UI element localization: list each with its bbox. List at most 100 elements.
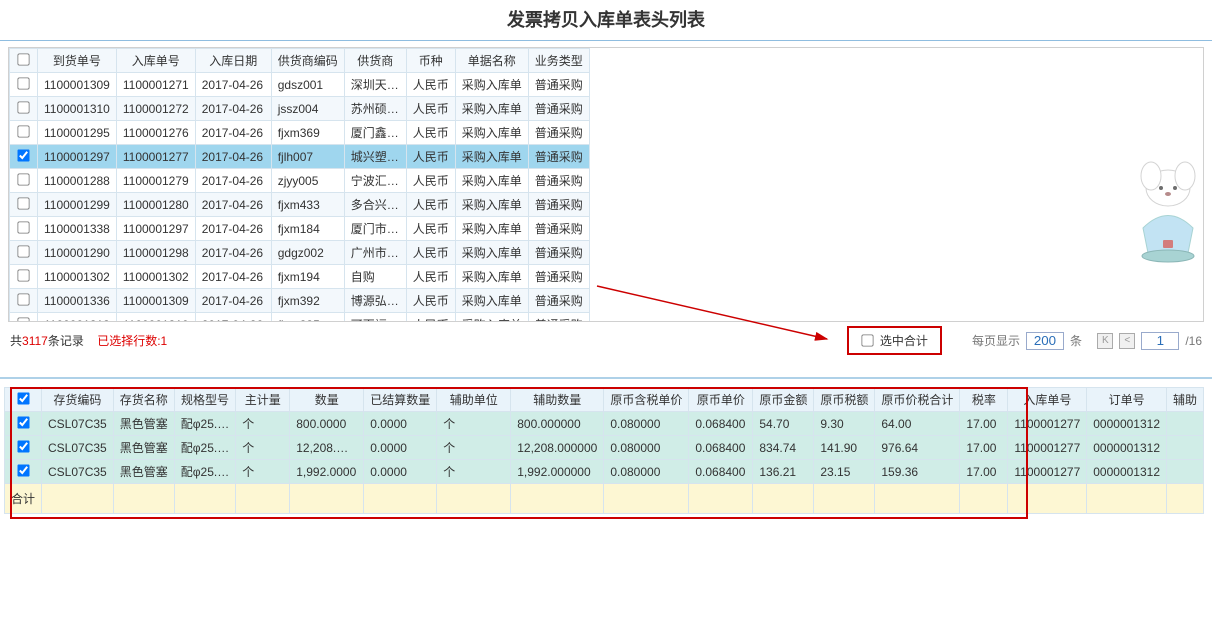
cell: 1100001271 — [116, 73, 195, 97]
bot-col-header[interactable]: 辅助单位 — [437, 388, 511, 412]
page-title: 发票拷贝入库单表头列表 — [0, 0, 1212, 38]
row-checkbox[interactable] — [17, 101, 29, 113]
select-sum-label: 选中合计 — [880, 332, 928, 349]
cell: CSL07C35 — [42, 412, 114, 436]
cell: 1,992.0000 — [290, 460, 364, 484]
cell: 配φ25.… — [174, 412, 235, 436]
bot-col-header[interactable]: 原币税额 — [814, 388, 875, 412]
cell: CSL07C35 — [42, 460, 114, 484]
row-checkbox[interactable] — [17, 416, 29, 428]
cell: 0.080000 — [604, 460, 689, 484]
bottom-table-container: 存货编码存货名称规格型号主计量数量已结算数量辅助单位辅助数量原币含税单价原币单价… — [4, 387, 1208, 514]
row-checkbox[interactable] — [17, 173, 29, 185]
cell: 136.21 — [753, 460, 814, 484]
table-row[interactable]: 110000130911000012712017-04-26gdsz001深圳天… — [10, 73, 590, 97]
bot-col-header[interactable]: 原币金额 — [753, 388, 814, 412]
top-col-header[interactable]: 币种 — [406, 49, 455, 73]
bot-col-header[interactable]: 辅助 — [1167, 388, 1204, 412]
bot-col-header[interactable]: 存货名称 — [113, 388, 174, 412]
top-col-header[interactable]: 入库单号 — [116, 49, 195, 73]
cell: 采购入库单 — [455, 217, 528, 241]
cell: 人民币 — [406, 169, 455, 193]
table-row[interactable]: 110000128811000012792017-04-26zjyy005宁波汇… — [10, 169, 590, 193]
cell: 0.068400 — [689, 436, 753, 460]
cell: 配φ25.… — [174, 460, 235, 484]
page-input[interactable] — [1141, 332, 1179, 350]
top-col-header[interactable]: 业务类型 — [528, 49, 589, 73]
cell: fjlh007 — [271, 145, 344, 169]
table-row[interactable]: 110000133611000013092017-04-26fjxm392博源弘… — [10, 289, 590, 313]
row-checkbox[interactable] — [17, 293, 29, 305]
table-row[interactable]: CSL07C35黑色管塞配φ25.…个1,992.00000.0000个1,99… — [5, 460, 1204, 484]
cell: 采购入库单 — [455, 169, 528, 193]
cell: 采购入库单 — [455, 289, 528, 313]
cell: 1100001338 — [38, 217, 117, 241]
bot-col-header[interactable]: 订单号 — [1087, 388, 1167, 412]
table-row[interactable]: 110000129011000012982017-04-26gdgz002广州市… — [10, 241, 590, 265]
cell: 0.080000 — [604, 412, 689, 436]
row-checkbox[interactable] — [17, 77, 29, 89]
bot-col-header[interactable]: 已结算数量 — [364, 388, 437, 412]
cell: 0.068400 — [689, 412, 753, 436]
cell: 1100001309 — [38, 73, 117, 97]
top-col-header[interactable]: 单据名称 — [455, 49, 528, 73]
bot-col-header[interactable]: 存货编码 — [42, 388, 114, 412]
row-checkbox[interactable] — [17, 245, 29, 257]
table-row[interactable]: 110000131311000013102017-04-26fjxm335可百福… — [10, 313, 590, 323]
cell: 1100001288 — [38, 169, 117, 193]
cell: 1100001280 — [116, 193, 195, 217]
top-col-header[interactable]: 供货商 — [344, 49, 406, 73]
page-prev-button[interactable]: < — [1119, 333, 1135, 349]
cell: 人民币 — [406, 313, 455, 323]
cell: 普通采购 — [528, 265, 589, 289]
select-all-checkbox[interactable] — [17, 392, 29, 404]
row-checkbox[interactable] — [17, 269, 29, 281]
cell: 1100001310 — [116, 313, 195, 323]
cell: 1100001272 — [116, 97, 195, 121]
cell: 2017-04-26 — [195, 73, 271, 97]
page-first-button[interactable]: K — [1097, 333, 1113, 349]
row-checkbox[interactable] — [17, 125, 29, 137]
cell: 采购入库单 — [455, 97, 528, 121]
bot-col-header[interactable]: 税率 — [960, 388, 1008, 412]
bot-col-header[interactable]: 辅助数量 — [511, 388, 604, 412]
table-row[interactable]: 110000129911000012802017-04-26fjxm433多合兴… — [10, 193, 590, 217]
bot-col-header[interactable]: 主计量 — [236, 388, 290, 412]
top-col-header[interactable]: 入库日期 — [195, 49, 271, 73]
table-row[interactable]: 110000129511000012762017-04-26fjxm369厦门鑫… — [10, 121, 590, 145]
top-col-header[interactable]: 到货单号 — [38, 49, 117, 73]
row-checkbox[interactable] — [17, 197, 29, 209]
divider — [0, 40, 1212, 41]
row-checkbox[interactable] — [17, 440, 29, 452]
table-row[interactable]: CSL07C35黑色管塞配φ25.…个12,208.…0.0000个12,208… — [5, 436, 1204, 460]
table-row[interactable]: 110000130211000013022017-04-26fjxm194自购人… — [10, 265, 590, 289]
bot-col-header[interactable]: 原币单价 — [689, 388, 753, 412]
bot-col-header[interactable]: 入库单号 — [1008, 388, 1087, 412]
cell: 个 — [437, 436, 511, 460]
bot-col-header[interactable]: 规格型号 — [174, 388, 235, 412]
cell: 普通采购 — [528, 193, 589, 217]
per-page-input[interactable] — [1026, 332, 1064, 350]
table-row[interactable]: 110000131011000012722017-04-26jssz004苏州硕… — [10, 97, 590, 121]
row-checkbox[interactable] — [17, 221, 29, 233]
cell: 个 — [236, 436, 290, 460]
top-col-header[interactable]: 供货商编码 — [271, 49, 344, 73]
row-checkbox[interactable] — [17, 317, 29, 322]
select-sum-checkbox[interactable] — [861, 334, 873, 346]
cell: 普通采购 — [528, 217, 589, 241]
table-row[interactable]: 110000129711000012772017-04-26fjlh007城兴塑… — [10, 145, 590, 169]
select-all-checkbox[interactable] — [17, 53, 29, 65]
table-row[interactable]: CSL07C35黑色管塞配φ25.…个800.00000.0000个800.00… — [5, 412, 1204, 436]
cell: fjxm433 — [271, 193, 344, 217]
bot-col-header[interactable]: 原币含税单价 — [604, 388, 689, 412]
cell: 宁波汇… — [344, 169, 406, 193]
cell: 17.00 — [960, 460, 1008, 484]
row-checkbox[interactable] — [17, 464, 29, 476]
bot-col-header[interactable]: 数量 — [290, 388, 364, 412]
table-row[interactable]: 110000133811000012972017-04-26fjxm184厦门市… — [10, 217, 590, 241]
bot-col-header[interactable]: 原币价税合计 — [875, 388, 960, 412]
row-checkbox[interactable] — [17, 149, 29, 161]
cell: fjxm392 — [271, 289, 344, 313]
cell — [1167, 460, 1204, 484]
cell: 800.0000 — [290, 412, 364, 436]
